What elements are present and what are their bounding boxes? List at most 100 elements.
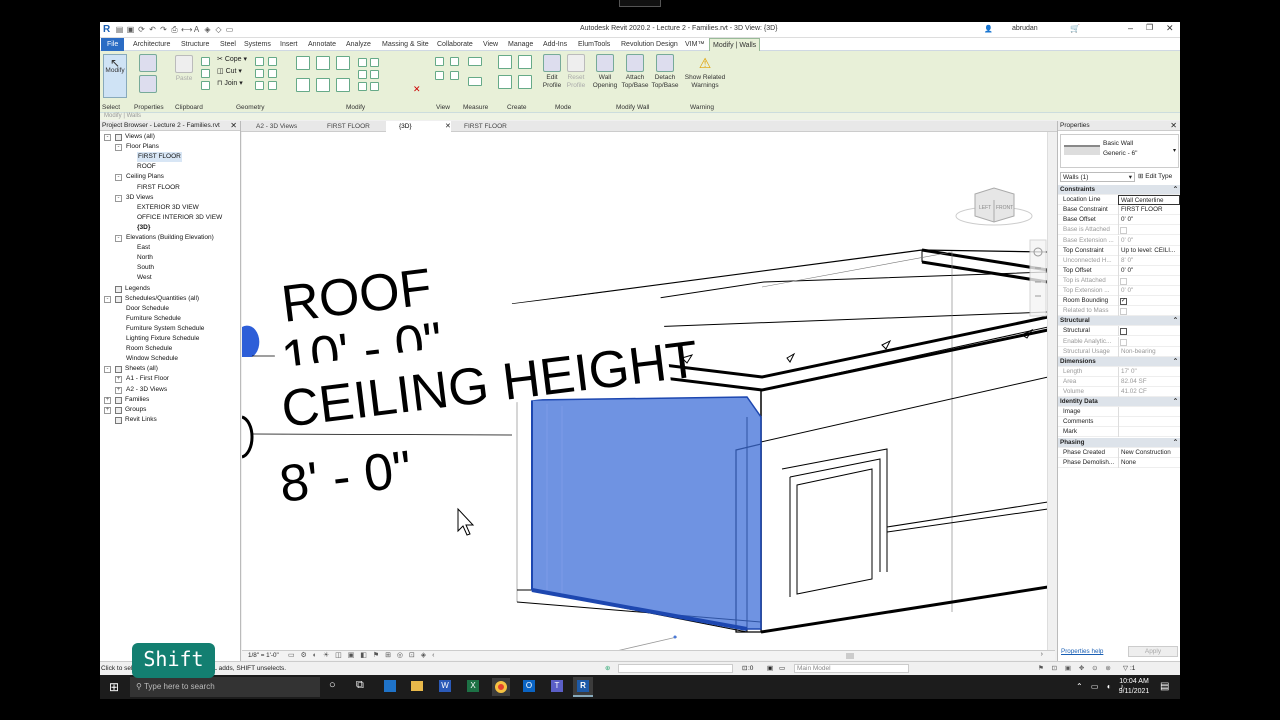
geometry-tool-icon[interactable] — [255, 69, 264, 78]
geometry-tool-icon[interactable] — [268, 57, 277, 66]
worksets-icon[interactable]: ⊕ — [605, 662, 610, 675]
browser-item[interactable]: ROOF — [137, 162, 156, 172]
property-value[interactable]: 0' 0" — [1118, 265, 1180, 276]
ribbon-panel-label[interactable]: Modify — [346, 104, 365, 111]
browser-item[interactable]: A1 - First Floor — [126, 374, 169, 384]
attach-top-base-button[interactable]: Attach Top/Base — [620, 54, 650, 90]
tree-expander-icon[interactable]: + — [115, 386, 122, 394]
print-icon[interactable]: ⎙ — [170, 25, 179, 34]
create-part-icon[interactable] — [498, 55, 512, 69]
geometry-tool-icon[interactable] — [255, 81, 264, 90]
rotate-icon[interactable] — [336, 78, 350, 92]
design-option-dropdown[interactable]: Main Model — [794, 664, 909, 673]
property-checkbox[interactable] — [1120, 328, 1127, 336]
browser-item[interactable]: Door Schedule — [126, 304, 169, 314]
browser-item[interactable]: Furniture Schedule — [126, 314, 181, 324]
outlook-icon[interactable]: O — [523, 680, 535, 692]
modify-button[interactable]: ↖ Modify — [103, 54, 127, 98]
browser-item[interactable]: Room Schedule — [126, 344, 172, 354]
ribbon-tab[interactable]: Revolution Design — [618, 38, 681, 51]
tree-expander-icon[interactable]: - — [115, 144, 122, 152]
tree-expander-icon[interactable]: - — [115, 235, 122, 242]
array-icon[interactable] — [358, 70, 367, 79]
tree-expander-icon[interactable]: + — [104, 406, 111, 414]
tree-expander-icon[interactable]: + — [115, 376, 122, 384]
ribbon-panel-label[interactable]: Select — [102, 104, 120, 111]
revit-logo-icon[interactable]: R — [103, 24, 110, 35]
close-tab-icon[interactable]: ✕ — [445, 122, 451, 130]
ribbon-tab[interactable]: Architecture — [130, 38, 173, 51]
browser-item[interactable]: Furniture System Schedule — [126, 324, 204, 334]
design-options-icons[interactable]: ▣ ▭ — [767, 662, 787, 675]
browser-item[interactable]: North — [137, 253, 153, 263]
property-value[interactable] — [1118, 296, 1180, 307]
ribbon-tab[interactable]: Add-Ins — [540, 38, 570, 51]
join-button[interactable]: ⊓ Join ▾ — [217, 79, 243, 87]
browser-item[interactable]: Elevations (Building Elevation) — [126, 233, 214, 243]
properties-section-header[interactable]: Phasing ⌃ — [1058, 437, 1180, 448]
browser-item[interactable]: Schedules/Quantities (all) — [125, 294, 199, 304]
tree-expander-icon[interactable]: - — [115, 194, 122, 202]
editable-only-icon[interactable]: ⊡ — [742, 662, 747, 675]
cut-button[interactable]: ◫ Cut ▾ — [217, 67, 242, 75]
task-view-icon[interactable]: ⧉ — [356, 679, 364, 692]
view-tab[interactable]: {3D} — [386, 121, 451, 132]
unpin-icon[interactable] — [370, 82, 379, 91]
browser-item[interactable]: Floor Plans — [126, 142, 159, 152]
browser-item[interactable]: {3D} — [137, 223, 150, 233]
ribbon-tab[interactable]: Modify | Walls — [709, 38, 761, 51]
browser-item[interactable]: A2 - 3D Views — [126, 385, 167, 395]
show-related-warnings-button[interactable]: ⚠ Show Related Warnings — [683, 54, 727, 90]
wall-opening-button[interactable]: Wall Opening — [592, 54, 618, 90]
edge-icon[interactable] — [384, 680, 396, 692]
ribbon-tab[interactable]: Analyze — [343, 38, 374, 51]
ceiling-height-value[interactable]: 8' - 0" — [276, 440, 415, 514]
word-icon[interactable]: W — [439, 680, 451, 692]
text-icon[interactable]: A — [192, 25, 201, 34]
selection-filter-icons[interactable]: ⚑ ⊡ ▣ ✥ ⊙ ⊚ — [1038, 662, 1114, 675]
clock-date[interactable]: 9/11/2021 — [1116, 688, 1152, 695]
ribbon-tab[interactable]: Annotate — [305, 38, 339, 51]
match-icon[interactable] — [201, 81, 210, 90]
chrome-taskbar-button[interactable] — [492, 678, 510, 696]
workset-dropdown[interactable] — [618, 664, 733, 673]
property-value[interactable] — [1118, 427, 1180, 438]
cart-icon[interactable]: 🛒 — [1070, 24, 1080, 33]
close-icon[interactable]: ✕ — [1170, 121, 1177, 131]
ribbon-panel-label[interactable]: Geometry — [236, 104, 265, 111]
browser-item[interactable]: FIRST FLOOR — [137, 183, 180, 193]
browser-item[interactable]: Sheets (all) — [125, 364, 158, 374]
detach-top-base-button[interactable]: Detach Top/Base — [650, 54, 680, 90]
properties-button[interactable] — [138, 75, 158, 95]
3d-viewport[interactable]: ROOF 10' - 0" CEILING HEIGHT 8' - 0" LEF… — [242, 132, 1047, 650]
tree-expander-icon[interactable]: - — [104, 134, 111, 141]
scale-icon[interactable] — [370, 70, 379, 79]
align-icon[interactable] — [296, 56, 310, 70]
ribbon-tab[interactable]: Steel — [217, 38, 239, 51]
open-icon[interactable]: ▤ — [115, 25, 124, 34]
edit-profile-button[interactable]: Edit Profile — [541, 54, 563, 90]
type-properties-button[interactable] — [138, 54, 158, 74]
apply-button[interactable]: Apply — [1128, 646, 1178, 657]
properties-section-header[interactable]: Dimensions ⌃ — [1058, 356, 1180, 367]
tree-expander-icon[interactable]: - — [104, 366, 111, 374]
windows-start-icon[interactable]: ⊞ — [109, 680, 119, 694]
undo-icon[interactable]: ↶ — [148, 25, 157, 34]
measure-icon[interactable] — [468, 57, 482, 66]
browser-item[interactable]: Window Schedule — [126, 354, 178, 364]
browser-item[interactable]: West — [137, 273, 152, 283]
tree-expander-icon[interactable]: - — [104, 295, 111, 303]
user-name[interactable]: abrudan — [1012, 25, 1038, 32]
override-icon[interactable] — [450, 71, 459, 80]
paint-icon[interactable] — [268, 69, 277, 78]
instance-selector[interactable]: Walls (1) ▾ — [1060, 172, 1135, 182]
taskbar-search-box[interactable]: ⚲ Type here to search — [130, 677, 320, 697]
copy-clip-icon[interactable] — [201, 69, 210, 78]
notifications-icon[interactable]: ▤ — [1160, 681, 1169, 692]
tree-expander-icon[interactable]: + — [104, 396, 111, 404]
split-icon[interactable] — [358, 58, 367, 67]
ribbon-tab[interactable]: Structure — [178, 38, 212, 51]
view-scale[interactable]: 1/8" = 1'-0" — [248, 652, 279, 659]
property-value[interactable]: Wall Centerline — [1118, 195, 1180, 206]
sync-icon[interactable]: ⟳ — [137, 25, 146, 34]
